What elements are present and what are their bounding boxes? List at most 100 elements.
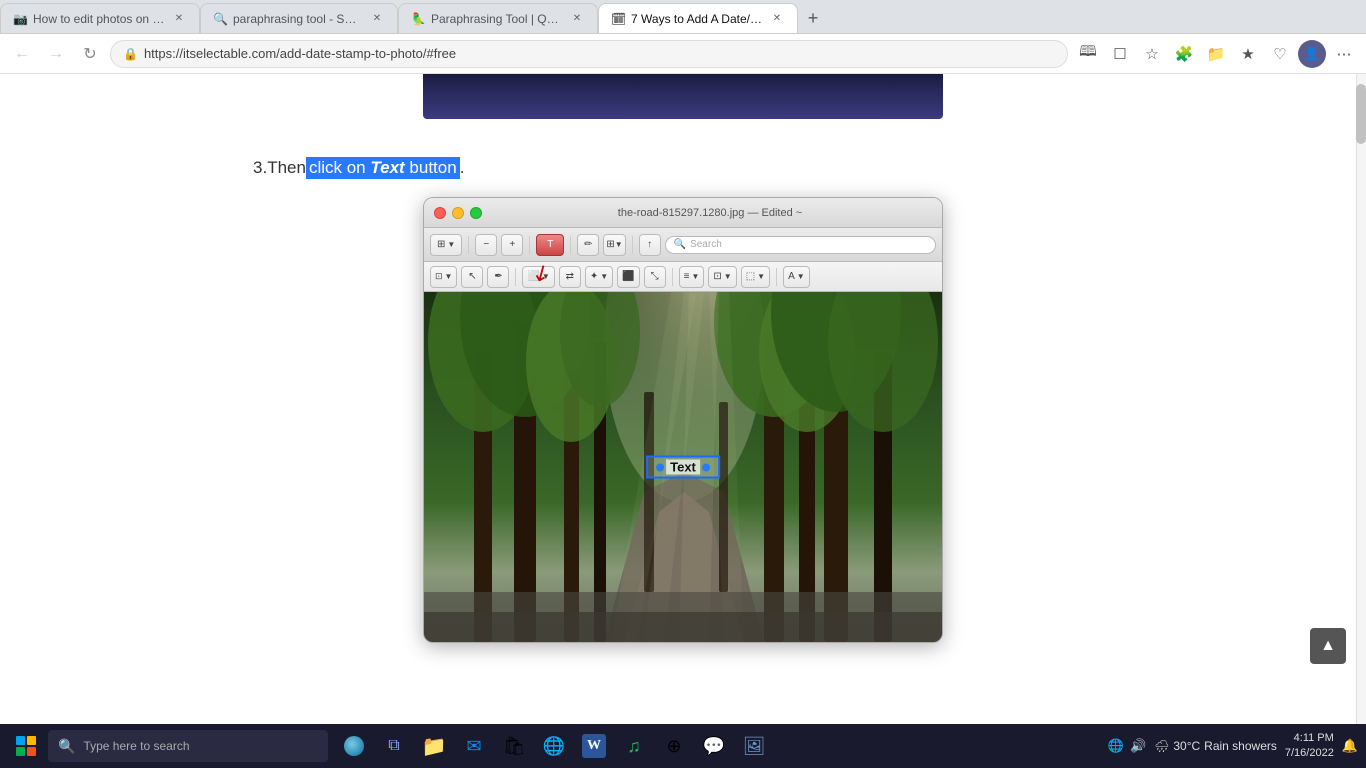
- mac-window-container: the-road-815297.1280.jpg — Edited ~ ⊞ ▼ …: [253, 197, 1113, 643]
- photos-app[interactable]: 🖼: [736, 728, 772, 764]
- mac-font-btn[interactable]: A ▼: [783, 266, 810, 288]
- mac-max-button[interactable]: [470, 207, 482, 219]
- text-label-text: Text: [666, 460, 700, 475]
- file-explorer-app[interactable]: 📁: [416, 728, 452, 764]
- mac-pencil-btn[interactable]: ✏: [577, 234, 599, 256]
- mac-toolbar-1: ⊞ ▼ − + T ↙ ✏: [424, 228, 942, 262]
- tab-4-favicon: 🗓: [611, 12, 625, 26]
- taskbar: 🔍 Type here to search ⧉ 📁 ✉ 🛍 🌐 W ♫ ⊕: [0, 724, 1366, 768]
- mac-box-btn[interactable]: ⬚ ▼: [741, 266, 770, 288]
- task-view-app[interactable]: ⧉: [376, 728, 412, 764]
- chrome-app[interactable]: ⊕: [656, 728, 692, 764]
- back-button[interactable]: ←: [8, 40, 36, 68]
- crop-icon: ⊞: [606, 239, 614, 250]
- mac-view-btn[interactable]: ⊞ ▼: [430, 234, 462, 256]
- weather-widget[interactable]: 🌧 30°C Rain showers: [1154, 739, 1277, 753]
- weather-icon: 🌧: [1154, 739, 1169, 753]
- step-highlight: click on Text button: [306, 157, 460, 179]
- mac-close-button[interactable]: [434, 207, 446, 219]
- word-app[interactable]: W: [576, 728, 612, 764]
- browser-toolbar: ← → ↻ 🔒 https://itselectable.com/add-dat…: [0, 34, 1366, 74]
- collections-button[interactable]: 📁: [1202, 40, 1230, 68]
- step-number: 3.: [253, 158, 267, 178]
- network-tray-icon[interactable]: 🌐: [1108, 738, 1124, 754]
- file-explorer-icon: 📁: [422, 734, 447, 759]
- mac-share-btn[interactable]: ↑: [639, 234, 661, 256]
- shapes-dropdown: ▼: [542, 272, 550, 281]
- tab-bar: 📷 How to edit photos on Mac 202... ✕ 🔍 p…: [0, 0, 1366, 34]
- tab-1[interactable]: 📷 How to edit photos on Mac 202... ✕: [0, 3, 200, 33]
- toolbar-divider-5: [515, 268, 516, 286]
- cortana-icon: [344, 736, 364, 756]
- toolbar-divider-7: [776, 268, 777, 286]
- edge-app[interactable]: 🌐: [536, 728, 572, 764]
- spotify-app[interactable]: ♫: [616, 728, 652, 764]
- mac-adjust-btn[interactable]: ✦ ▼: [585, 266, 613, 288]
- cortana-app[interactable]: [336, 728, 372, 764]
- favorites-button[interactable]: ☆: [1138, 40, 1166, 68]
- star-icon: ✦: [590, 271, 598, 282]
- tab-3[interactable]: 🦜 Paraphrasing Tool | QuillBot AI ✕: [398, 3, 598, 33]
- messages-icon: 💬: [703, 736, 725, 757]
- mac-shapes-btn[interactable]: ⬜ ▼: [522, 266, 554, 288]
- tab-4-close[interactable]: ✕: [769, 11, 785, 27]
- mac-zoom-in-btn[interactable]: +: [501, 234, 523, 256]
- mac-search[interactable]: 🔍 Search: [665, 236, 936, 254]
- volume-tray-icon[interactable]: 🔊: [1130, 738, 1146, 754]
- mac-arrow-btn[interactable]: ↖: [461, 266, 483, 288]
- read-mode-button[interactable]: 🕮: [1074, 40, 1102, 68]
- mac-min-button[interactable]: [452, 207, 464, 219]
- search-placeholder: Search: [690, 239, 722, 250]
- mail-app[interactable]: ✉: [456, 728, 492, 764]
- mac-flip-btn[interactable]: ⇄: [559, 266, 581, 288]
- mac-border-btn[interactable]: ⊡ ▼: [708, 266, 736, 288]
- lines-dropdown: ▼: [691, 272, 699, 281]
- forward-button[interactable]: →: [42, 40, 70, 68]
- mac-resize-btn[interactable]: ⤡: [644, 266, 666, 288]
- view-dropdown-icon: ▼: [447, 240, 455, 249]
- address-bar[interactable]: 🔒 https://itselectable.com/add-date-stam…: [110, 40, 1068, 68]
- mac-select-btn[interactable]: ⊡ ▼: [430, 266, 457, 288]
- mac-zoom-out-btn[interactable]: −: [475, 234, 497, 256]
- favorites-star-button[interactable]: ★: [1234, 40, 1262, 68]
- start-button[interactable]: [8, 728, 44, 764]
- mac-title: the-road-815297.1280.jpg — Edited ~: [488, 207, 932, 219]
- scrollbar-thumb[interactable]: [1356, 84, 1366, 144]
- view-icon: ⊞: [437, 239, 445, 250]
- crop-dropdown: ▼: [615, 240, 623, 249]
- tab-1-close[interactable]: ✕: [171, 11, 187, 27]
- scroll-top-button[interactable]: ▲: [1310, 628, 1346, 664]
- mac-fill-btn[interactable]: ⬛: [617, 266, 639, 288]
- mac-brush-btn[interactable]: ✒: [487, 266, 509, 288]
- url-text: https://itselectable.com/add-date-stamp-…: [144, 46, 456, 61]
- tab-2-close[interactable]: ✕: [369, 11, 385, 27]
- mac-crop-btn[interactable]: ⊞ ▼: [603, 234, 625, 256]
- search-icon: 🔍: [58, 738, 75, 755]
- tab-3-close[interactable]: ✕: [569, 11, 585, 27]
- taskbar-search-bar[interactable]: 🔍 Type here to search: [48, 730, 328, 762]
- refresh-button[interactable]: ↻: [76, 40, 104, 68]
- weather-temp: 30°C: [1173, 739, 1200, 753]
- text-tool-label: Text: [646, 456, 720, 479]
- heart-button[interactable]: ♡: [1266, 40, 1294, 68]
- notification-icon[interactable]: 🔔: [1342, 738, 1358, 754]
- extensions-button[interactable]: 🧩: [1170, 40, 1198, 68]
- tab-4[interactable]: 🗓 7 Ways to Add A Date/Time Sta... ✕: [598, 3, 798, 33]
- chrome-icon: ⊕: [666, 736, 681, 757]
- border-dropdown: ▼: [724, 272, 732, 281]
- font-dropdown: ▼: [797, 272, 805, 281]
- more-button[interactable]: ⋯: [1330, 40, 1358, 68]
- tab-search-button[interactable]: ☐: [1106, 40, 1134, 68]
- new-tab-button[interactable]: +: [798, 3, 828, 33]
- profile-button[interactable]: 👤: [1298, 40, 1326, 68]
- lines-icon: ≡: [684, 271, 690, 282]
- toolbar-icons: 🕮 ☐ ☆ 🧩 📁 ★ ♡ 👤 ⋯: [1074, 40, 1358, 68]
- messages-app[interactable]: 💬: [696, 728, 732, 764]
- clock[interactable]: 4:11 PM 7/16/2022: [1285, 731, 1334, 762]
- tab-2[interactable]: 🔍 paraphrasing tool - Search ✕: [200, 3, 398, 33]
- text-italic: Text: [370, 158, 404, 177]
- mac-text-tool-btn[interactable]: T: [536, 234, 564, 256]
- store-app[interactable]: 🛍: [496, 728, 532, 764]
- scrollbar-track[interactable]: [1356, 74, 1366, 724]
- mac-lines-btn[interactable]: ≡ ▼: [679, 266, 705, 288]
